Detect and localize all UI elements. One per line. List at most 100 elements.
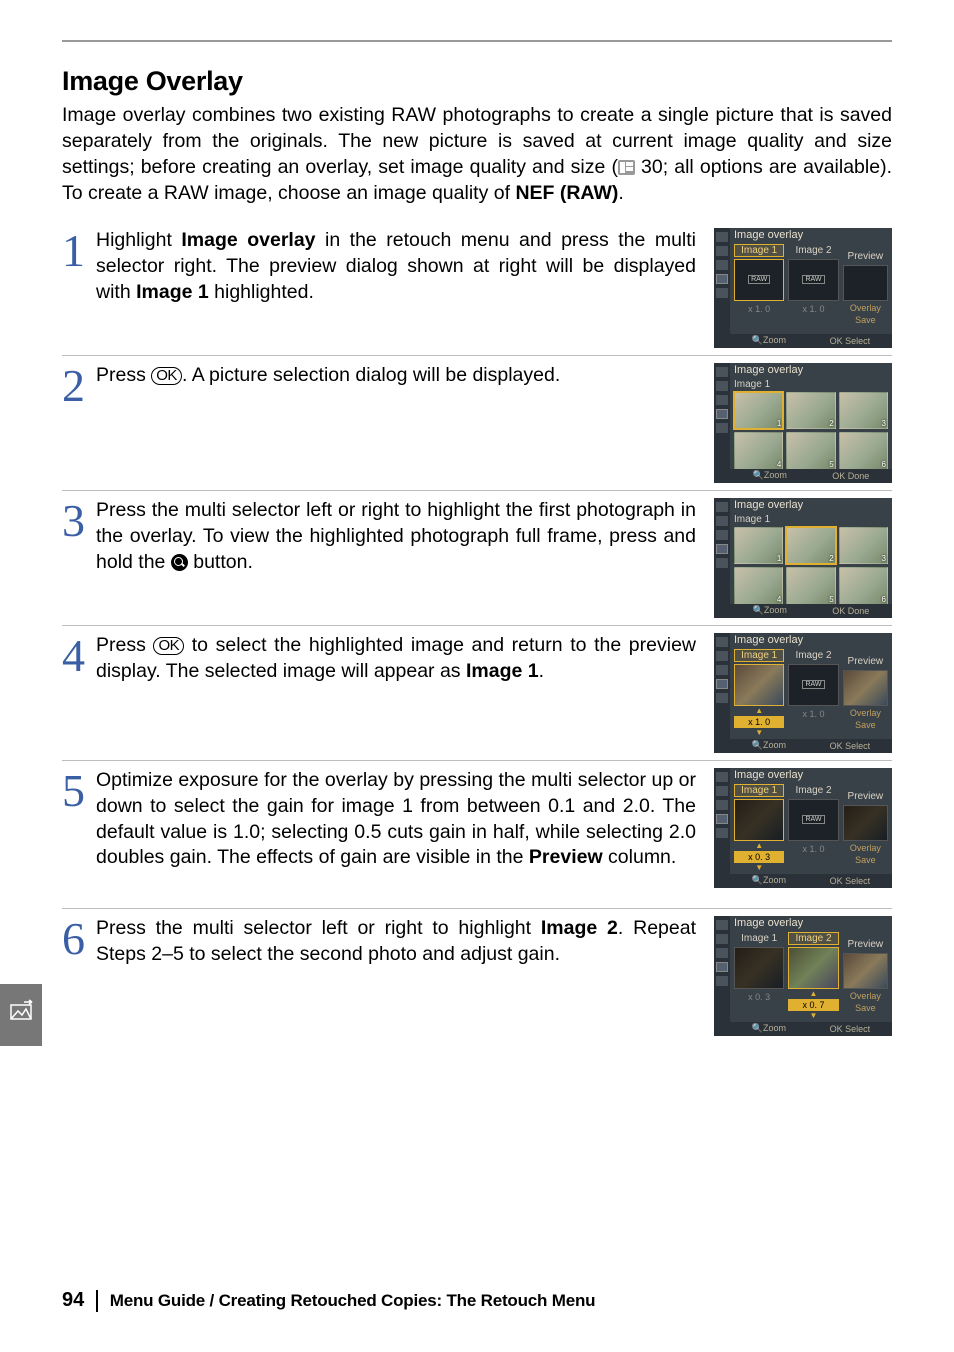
overlay-label: Overlay [843, 708, 888, 718]
thumb-image2: RAW [788, 664, 838, 706]
step-text: Highlight Image overlay in the retouch m… [96, 228, 714, 306]
screen-title: Image overlay [734, 769, 803, 781]
nef-raw-label: NEF (RAW) [515, 182, 618, 204]
image1-subtitle: Image 1 [734, 514, 888, 525]
thumb-preview [843, 953, 888, 989]
footer-separator [96, 1290, 98, 1312]
step-2: 2 Press OK. A picture selection dialog w… [62, 356, 892, 491]
gain-2: x 1. 0 [788, 303, 838, 315]
intro-text-3: . [618, 182, 623, 204]
thumb-image2: RAW [788, 799, 838, 841]
col-image2-label: Image 2 [788, 649, 838, 662]
page-number: 94 [62, 1289, 84, 1312]
screen-footer: 🔍Zoom OK Select [730, 1022, 892, 1036]
thumb-preview [843, 805, 888, 841]
step-number: 6 [62, 916, 96, 959]
screen-title: Image overlay [734, 917, 803, 929]
step-number: 4 [62, 633, 96, 676]
thumb-image1 [734, 799, 784, 841]
retouch-icon [8, 999, 34, 1032]
gain-1: x 0. 3 [734, 991, 784, 1003]
screen-footer: 🔍Zoom OK Select [730, 334, 892, 348]
gain-2: x 1. 0 [788, 843, 838, 855]
step-text: Press the multi selector left or right t… [96, 916, 714, 968]
steps-list: 1 Highlight Image overlay in the retouch… [62, 221, 892, 1043]
save-label: Save [843, 1003, 888, 1013]
page-reference-icon [618, 160, 635, 175]
col-image1-label: Image 1 [734, 649, 784, 662]
step-3: 3 Press the multi selector left or right… [62, 491, 892, 626]
save-label: Save [843, 855, 888, 865]
gain-2: x 1. 0 [788, 708, 838, 720]
step-5: 5 Optimize exposure for the overlay by p… [62, 761, 892, 909]
intro-paragraph: Image overlay combines two existing RAW … [62, 103, 892, 207]
col-preview-label: Preview [843, 790, 888, 803]
section-heading: Image Overlay [62, 66, 892, 97]
screen-sidebar [714, 768, 730, 888]
gain-2: x 0. 7 [788, 999, 838, 1011]
screen-title: Image overlay [734, 364, 803, 376]
col-preview-label: Preview [843, 250, 888, 263]
camera-screen-4: Image overlay Image 1 ▲ x 1. 0 ▼ Image 2… [714, 633, 892, 753]
page-footer: 94 Menu Guide / Creating Retouched Copie… [62, 1289, 595, 1312]
col-preview-label: Preview [843, 938, 888, 951]
screen-footer: 🔍Zoom OK Select [730, 739, 892, 753]
retouch-section-tab [0, 984, 42, 1046]
thumb-image1: RAW [734, 259, 784, 301]
screen-sidebar [714, 363, 730, 483]
gain-1: x 1. 0 [734, 303, 784, 315]
screen-sidebar [714, 228, 730, 348]
overlay-label: Overlay [843, 303, 888, 313]
top-rule [62, 40, 892, 42]
zoom-in-icon [171, 554, 188, 571]
step-text: Optimize exposure for the overlay by pre… [96, 768, 714, 872]
main-content: Image Overlay Image overlay combines two… [62, 66, 892, 1043]
step-4: 4 Press OK to select the highlighted ima… [62, 626, 892, 761]
screen-footer: 🔍Zoom OK Select [730, 874, 892, 888]
overlay-label: Overlay [843, 843, 888, 853]
camera-screen-2: Image overlay Image 1 1 2 3 4 5 6 🔍Zoom … [714, 363, 892, 483]
col-image2-label: Image 2 [788, 784, 838, 797]
col-image1-label: Image 1 [734, 932, 784, 945]
thumb-image1 [734, 947, 784, 989]
thumb-preview [843, 265, 888, 301]
camera-screen-5: Image overlay Image 1 ▲ x 0. 3 ▼ Image 2… [714, 768, 892, 888]
camera-screen-1: Image overlay Image 1 RAW x 1. 0 Image 2… [714, 228, 892, 348]
thumbnail-grid: 1 2 3 4 5 6 [734, 392, 888, 470]
step-number: 1 [62, 228, 96, 271]
screen-footer: 🔍Zoom OK Done [730, 604, 892, 618]
screen-sidebar [714, 498, 730, 618]
col-image1-label: Image 1 [734, 244, 784, 257]
camera-screen-6: Image overlay Image 1 x 0. 3 Image 2 ▲ x [714, 916, 892, 1036]
screen-title: Image overlay [734, 229, 803, 241]
col-preview-label: Preview [843, 655, 888, 668]
step-text: Press OK. A picture selection dialog wil… [96, 363, 714, 389]
camera-screen-3: Image overlay Image 1 1 2 3 4 5 6 🔍Zoom … [714, 498, 892, 618]
thumb-image2: RAW [788, 259, 838, 301]
screen-sidebar [714, 633, 730, 753]
thumb-image2 [788, 947, 838, 989]
save-label: Save [843, 315, 888, 325]
step-text: Press OK to select the highlighted image… [96, 633, 714, 685]
gain-1: x 0. 3 [734, 851, 784, 863]
col-image2-label: Image 2 [788, 932, 838, 945]
step-number: 3 [62, 498, 96, 541]
thumb-image1 [734, 664, 784, 706]
screen-title: Image overlay [734, 499, 803, 511]
thumbnail-grid: 1 2 3 4 5 6 [734, 527, 888, 605]
screen-footer: 🔍Zoom OK Done [730, 469, 892, 483]
step-6: 6 Press the multi selector left or right… [62, 909, 892, 1043]
step-number: 2 [62, 363, 96, 406]
col-image1-label: Image 1 [734, 784, 784, 797]
thumb-preview [843, 670, 888, 706]
step-number: 5 [62, 768, 96, 811]
col-image2-label: Image 2 [788, 244, 838, 257]
image1-subtitle: Image 1 [734, 379, 888, 390]
step-1: 1 Highlight Image overlay in the retouch… [62, 221, 892, 356]
step-text: Press the multi selector left or right t… [96, 498, 714, 576]
screen-sidebar [714, 916, 730, 1036]
footer-breadcrumb: Menu Guide / Creating Retouched Copies: … [110, 1291, 596, 1311]
overlay-label: Overlay [843, 991, 888, 1001]
gain-1: x 1. 0 [734, 716, 784, 728]
screen-title: Image overlay [734, 634, 803, 646]
